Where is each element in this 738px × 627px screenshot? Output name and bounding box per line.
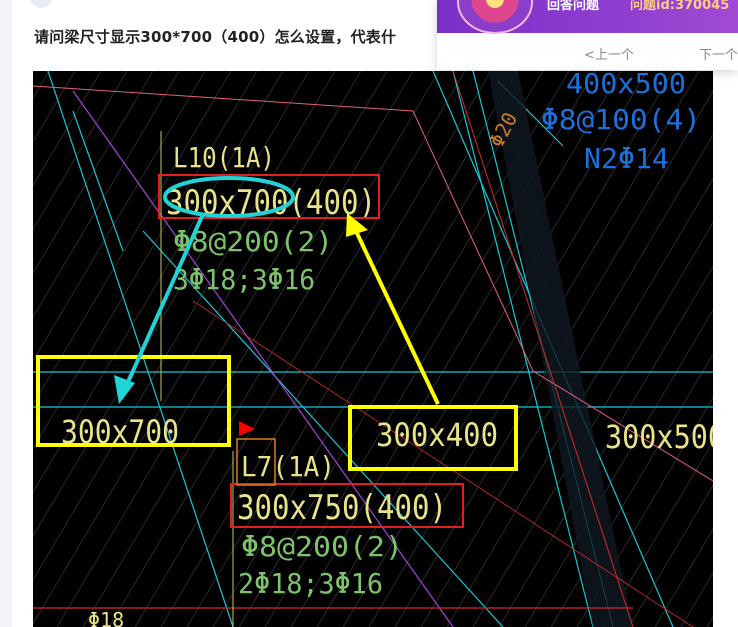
answer-question-button[interactable]: 回答问题 <box>547 0 599 13</box>
cad-top-right-extra: N2Φ14 <box>584 142 669 175</box>
question-popup: 回答问题 问题id:370045 <上一个 下一个 <box>437 0 738 70</box>
cad-top-right-stirrup: Φ8@100(4) <box>541 103 701 136</box>
cad-beam-bottom-name: L7(1A) <box>241 450 335 483</box>
cad-drawing: 400x500 Φ8@100(4) N2Φ14 Φ20 L10(1A) 300x… <box>33 71 713 627</box>
left-strip <box>0 0 12 627</box>
cad-beam-bottom-rebar: 2Φ18;3Φ16 <box>238 567 383 600</box>
red-marker-icon <box>239 421 255 436</box>
cad-beam-top-rebar: 3Φ18;3Φ16 <box>173 263 315 296</box>
avatar <box>30 0 52 8</box>
cad-beam-bottom-size: 300x750(400) <box>237 488 447 528</box>
cad-top-right-size: 400x500 <box>566 71 686 100</box>
cad-canvas: 400x500 Φ8@100(4) N2Φ14 Φ20 L10(1A) 300x… <box>33 71 713 627</box>
yellow-arrow <box>346 213 440 405</box>
next-link[interactable]: 下一个 <box>699 44 738 63</box>
previous-link[interactable]: <上一个 <box>584 44 634 63</box>
cad-right-label: 300x500 <box>605 418 713 456</box>
cad-bottom-left-label: Φ18 <box>88 608 124 627</box>
cad-beam-bottom-stirrup: Φ8@200(2) <box>241 530 403 563</box>
question-id: 问题id:370045 <box>630 0 730 13</box>
cad-mid-label: 300x400 <box>376 416 498 454</box>
question-title: 请问梁尺寸显示300*700（400）怎么设置，代表什 <box>34 28 397 46</box>
cad-beam-top-name: L10(1A) <box>173 141 275 174</box>
